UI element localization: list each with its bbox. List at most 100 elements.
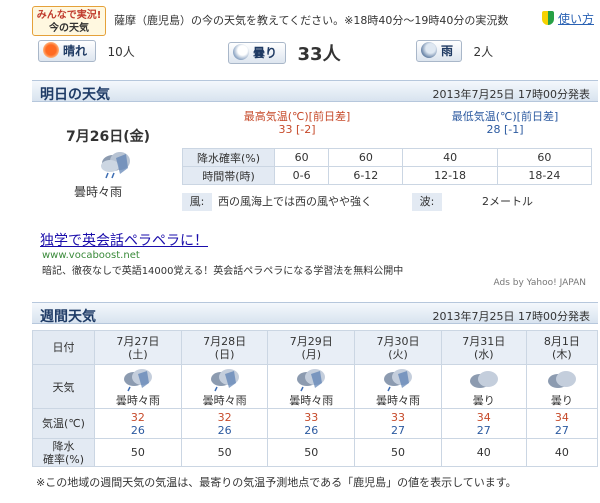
day-of-week: (月) bbox=[301, 347, 322, 361]
day-precip: 40 bbox=[525, 438, 599, 467]
day-date: 7月28日 bbox=[203, 334, 247, 348]
sun-icon bbox=[43, 42, 59, 58]
weekly-section-title: 週間天気 bbox=[40, 309, 96, 325]
day-temp-cell: 33 27 bbox=[354, 408, 442, 439]
tomorrow-section-header: 明日の天気 2013年7月25日 17時00分発表 bbox=[32, 80, 598, 103]
precip-row: 降水 確率(%) 50 50 50 50 40 40 bbox=[32, 438, 599, 467]
day-date-cell: 7月29日 (月) bbox=[267, 330, 356, 365]
live-report-panel: みんなで実況! 今の天気 薩摩（鹿児島）の今の天気を教えてください。※18時40… bbox=[32, 4, 598, 66]
rain-value: 60 bbox=[496, 148, 593, 167]
day-precip: 40 bbox=[440, 438, 527, 467]
high-temp: 34 bbox=[554, 410, 569, 424]
min-temp-block: 最低気温(℃)[前日差] 28 [-1] bbox=[400, 110, 600, 136]
umbrella-icon bbox=[421, 42, 437, 58]
day-weather-label: 曇時々雨 bbox=[202, 393, 247, 407]
live-report-prompt: 薩摩（鹿児島）の今の天気を教えてください。※18時40分～19時40分の実況数 bbox=[114, 14, 509, 27]
max-temp-block: 最高気温(℃)[前日差] 33 [-2] bbox=[192, 110, 402, 136]
vote-rain-count: 2人 bbox=[473, 44, 494, 59]
day-weather-label: 曇時々雨 bbox=[289, 393, 334, 407]
day-date: 7月30日 bbox=[376, 334, 420, 348]
wave-value: 2メートル bbox=[482, 195, 533, 208]
rain-probability-table: 降水確率(%) 60 60 40 60 時間帯(時) 0-6 6-12 12-1… bbox=[182, 148, 593, 185]
day-weather-cell: 曇り bbox=[525, 364, 599, 409]
day-date: 7月29日 bbox=[289, 334, 333, 348]
high-temp: 32 bbox=[130, 410, 145, 424]
precip-label-line2: 確率(%) bbox=[42, 452, 85, 466]
vote-sunny-label: 晴れ bbox=[63, 44, 88, 58]
weekly-forecast-table: 日付 7月27日 (土) 7月28日 (日) 7月29日 (月) 7月30日 (火) 7… bbox=[32, 330, 599, 467]
high-temp: 33 bbox=[391, 410, 406, 424]
day-weather-label: 曇り bbox=[550, 393, 573, 407]
day-weather-cell: 曇り bbox=[440, 364, 527, 409]
period-value: 18-24 bbox=[496, 166, 593, 185]
row-label-precip: 降水 確率(%) bbox=[32, 438, 95, 467]
day-date: 8月1日 bbox=[543, 334, 580, 348]
row-label-weather: 天気 bbox=[32, 364, 95, 409]
weekly-note: ※この地域の週間天気の気温は、最寄りの気温予測地点である「鹿児島」の値を表示して… bbox=[36, 476, 517, 489]
max-temp-label: 最高気温(℃)[前日差] bbox=[243, 110, 351, 123]
vote-sunny-button[interactable]: 晴れ bbox=[38, 40, 97, 62]
cloud-rain-icon bbox=[101, 152, 130, 179]
day-temp-cell: 33 26 bbox=[267, 408, 356, 439]
period-row: 時間帯(時) 0-6 6-12 12-18 18-24 bbox=[182, 166, 593, 185]
ad-attribution[interactable]: Ads by Yahoo! JAPAN bbox=[493, 278, 586, 288]
row-label-temp: 気温(℃) bbox=[32, 408, 95, 439]
min-temp-value: 28 [-1] bbox=[486, 123, 524, 136]
sponsored-ad: 独学で英会話ペラペラに！ www.vocaboost.net 暗記、徹夜なしで英… bbox=[40, 230, 590, 288]
rain-value: 60 bbox=[273, 148, 330, 167]
rain-row: 降水確率(%) 60 60 40 60 bbox=[182, 148, 593, 167]
tomorrow-section-title: 明日の天気 bbox=[40, 87, 110, 103]
day-weather-cell: 曇時々雨 bbox=[180, 364, 269, 409]
help-link-label: 使い方 bbox=[557, 12, 594, 26]
rain-value: 60 bbox=[328, 148, 404, 167]
cloud-icon bbox=[233, 44, 249, 60]
day-of-week: (火) bbox=[388, 347, 408, 361]
ad-description: 暗記、徹夜なしで英語14000覚える！英会話ペラペラになる学習法を無料公開中 bbox=[42, 266, 404, 277]
day-precip: 50 bbox=[180, 438, 269, 467]
vote-cloudy-button[interactable]: 曇り bbox=[228, 42, 287, 64]
ad-title-link[interactable]: 独学で英会話ペラペラに！ bbox=[40, 230, 208, 250]
min-temp-label: 最低気温(℃)[前日差] bbox=[451, 110, 559, 123]
vote-cloudy-label: 曇り bbox=[253, 46, 278, 60]
day-of-week: (水) bbox=[473, 347, 494, 361]
low-temp: 26 bbox=[217, 423, 232, 437]
day-temp-cell: 34 27 bbox=[525, 408, 599, 439]
rain-label: 降水確率(%) bbox=[182, 148, 275, 167]
cloud-icon bbox=[547, 370, 576, 388]
weather-row: 天気 曇時々雨 曇時々雨 曇時々雨 曇時々雨 曇り 曇り bbox=[32, 364, 599, 409]
period-label: 時間帯(時) bbox=[182, 166, 275, 185]
vote-row: 晴れ 10人 曇り 33人 雨 2人 bbox=[32, 40, 598, 65]
high-temp: 32 bbox=[217, 410, 232, 424]
day-precip: 50 bbox=[354, 438, 442, 467]
period-value: 6-12 bbox=[328, 166, 404, 185]
low-temp: 26 bbox=[304, 423, 319, 437]
ad-url[interactable]: www.vocaboost.net bbox=[42, 250, 140, 261]
rain-value: 40 bbox=[402, 148, 498, 167]
day-weather-cell: 曇時々雨 bbox=[94, 364, 182, 409]
help-link[interactable]: 使い方 bbox=[541, 10, 594, 27]
period-value: 12-18 bbox=[402, 166, 498, 185]
day-date-cell: 7月27日 (土) bbox=[94, 330, 182, 365]
low-temp: 27 bbox=[476, 423, 491, 437]
vote-cloudy-count: 33人 bbox=[297, 44, 341, 65]
vote-sunny-count: 10人 bbox=[107, 44, 135, 59]
day-of-week: (日) bbox=[214, 347, 235, 361]
wind-label: 風: bbox=[182, 193, 212, 211]
vote-rain-button[interactable]: 雨 bbox=[416, 40, 463, 62]
weekly-section-header: 週間天気 2013年7月25日 17時00分発表 bbox=[32, 302, 598, 325]
day-of-week: (土) bbox=[128, 347, 148, 361]
live-report-logo: みんなで実況! 今の天気 bbox=[32, 6, 106, 36]
vote-sunny: 晴れ 10人 bbox=[38, 40, 135, 64]
low-temp: 27 bbox=[554, 423, 569, 437]
day-of-week: (木) bbox=[552, 347, 572, 361]
cloud-icon bbox=[469, 370, 498, 388]
day-temp-cell: 32 26 bbox=[180, 408, 269, 439]
day-precip: 50 bbox=[267, 438, 356, 467]
period-value: 0-6 bbox=[273, 166, 330, 185]
max-temp-value: 33 [-2] bbox=[278, 123, 316, 136]
day-precip: 50 bbox=[94, 438, 182, 467]
day-temp-cell: 34 27 bbox=[440, 408, 527, 439]
day-date-cell: 8月1日 (木) bbox=[525, 330, 599, 365]
tomorrow-telop: 曇時々雨 bbox=[74, 185, 123, 199]
tomorrow-date: 7月26日(金) bbox=[66, 129, 151, 145]
